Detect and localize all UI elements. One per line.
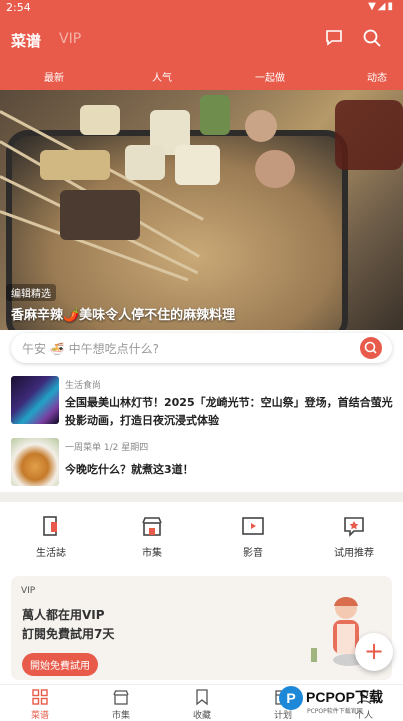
status-time: 2:54: [6, 1, 31, 14]
watermark-text: PCPOP下载: [306, 689, 384, 705]
grid-icon: [32, 689, 48, 705]
shop-icon: [113, 690, 129, 705]
shortcut-magazine[interactable]: 生活誌: [16, 514, 86, 559]
tab-latest[interactable]: 最新: [44, 69, 64, 84]
pcpop-logo-icon: P: [279, 686, 303, 710]
svg-text:P: P: [286, 690, 295, 706]
section-divider: [0, 492, 403, 502]
category-tabs: 最新 人气 一起做 动态: [0, 62, 403, 90]
tab-popular[interactable]: 人气: [152, 69, 172, 84]
search-button[interactable]: [360, 337, 382, 359]
video-icon: [242, 517, 264, 535]
message-icon[interactable]: [324, 28, 344, 48]
search-placeholder: 午安 🍜 中午想吃点什么?: [22, 342, 159, 356]
pcpop-watermark: P PCPOP下载 PCPOP软件下载官网: [278, 683, 403, 720]
article-thumbnail: [11, 438, 59, 486]
add-fab[interactable]: +: [355, 633, 393, 671]
battery-icon: ▮: [387, 1, 395, 12]
shortcut-video[interactable]: 影音: [218, 514, 288, 559]
nav-favorites[interactable]: 收藏: [172, 688, 232, 721]
nav-recipes[interactable]: 菜谱: [10, 688, 70, 721]
list-item[interactable]: 生活食尚 全国最美山林灯节！2025「龙崎光节：空山祭」登场，首结合萤光投影动画…: [0, 372, 403, 430]
shortcut-trial[interactable]: 试用推荐: [319, 514, 389, 559]
search-icon[interactable]: [362, 28, 382, 48]
tab-activity[interactable]: 动态: [367, 69, 387, 84]
hero-badge: 编辑精选: [6, 284, 56, 301]
shortcut-market[interactable]: 市集: [117, 514, 187, 559]
shop-icon: [142, 517, 162, 536]
magazine-icon: [43, 516, 57, 536]
search-bar[interactable]: 午安 🍜 中午想吃点什么?: [11, 333, 392, 363]
article-category: 生活食尚: [65, 381, 102, 391]
search-icon: [364, 341, 377, 354]
article-thumbnail: [11, 376, 59, 424]
tab-cook-together[interactable]: 一起做: [255, 69, 285, 84]
page-title: 菜谱: [11, 32, 42, 50]
bookmark-icon: [196, 689, 208, 706]
hero-banner[interactable]: 编辑精选 香麻辛辣🌶️美味令人停不住的麻辣料理: [0, 90, 403, 330]
article-category: 一周菜单 1/2 星期四: [65, 443, 149, 453]
article-title: 今晚吃什么？就煮这3道！: [65, 463, 194, 476]
vip-line-1: 萬人都在用VIP: [22, 608, 105, 622]
list-item[interactable]: 一周菜单 1/2 星期四 今晚吃什么？就煮这3道！: [0, 434, 403, 488]
vip-promo-card[interactable]: VIP 萬人都在用VIP 訂閱免費試用7天 開始免費試用: [11, 576, 392, 680]
status-bar: 2:54 ▼◢▮: [0, 0, 403, 16]
watermark-subtext: PCPOP软件下载官网: [307, 708, 363, 715]
article-title: 全国最美山林灯节！2025「龙崎光节：空山祭」登场，首结合萤光投影动画，打造日夜…: [65, 396, 393, 427]
hero-caption: 香麻辛辣🌶️美味令人停不住的麻辣料理: [11, 308, 236, 323]
vip-line-2: 訂閱免費試用7天: [22, 627, 115, 641]
nav-market[interactable]: 市集: [91, 688, 151, 721]
wifi-icon: ▼: [368, 1, 378, 12]
trial-star-icon: [344, 517, 364, 537]
status-icons: ▼◢▮: [368, 1, 395, 12]
vip-tag: VIP: [21, 586, 36, 596]
vip-tab[interactable]: VIP: [59, 31, 81, 47]
start-free-trial-button[interactable]: 開始免費試用: [22, 653, 98, 676]
app-bar: 菜谱 VIP: [0, 16, 403, 62]
